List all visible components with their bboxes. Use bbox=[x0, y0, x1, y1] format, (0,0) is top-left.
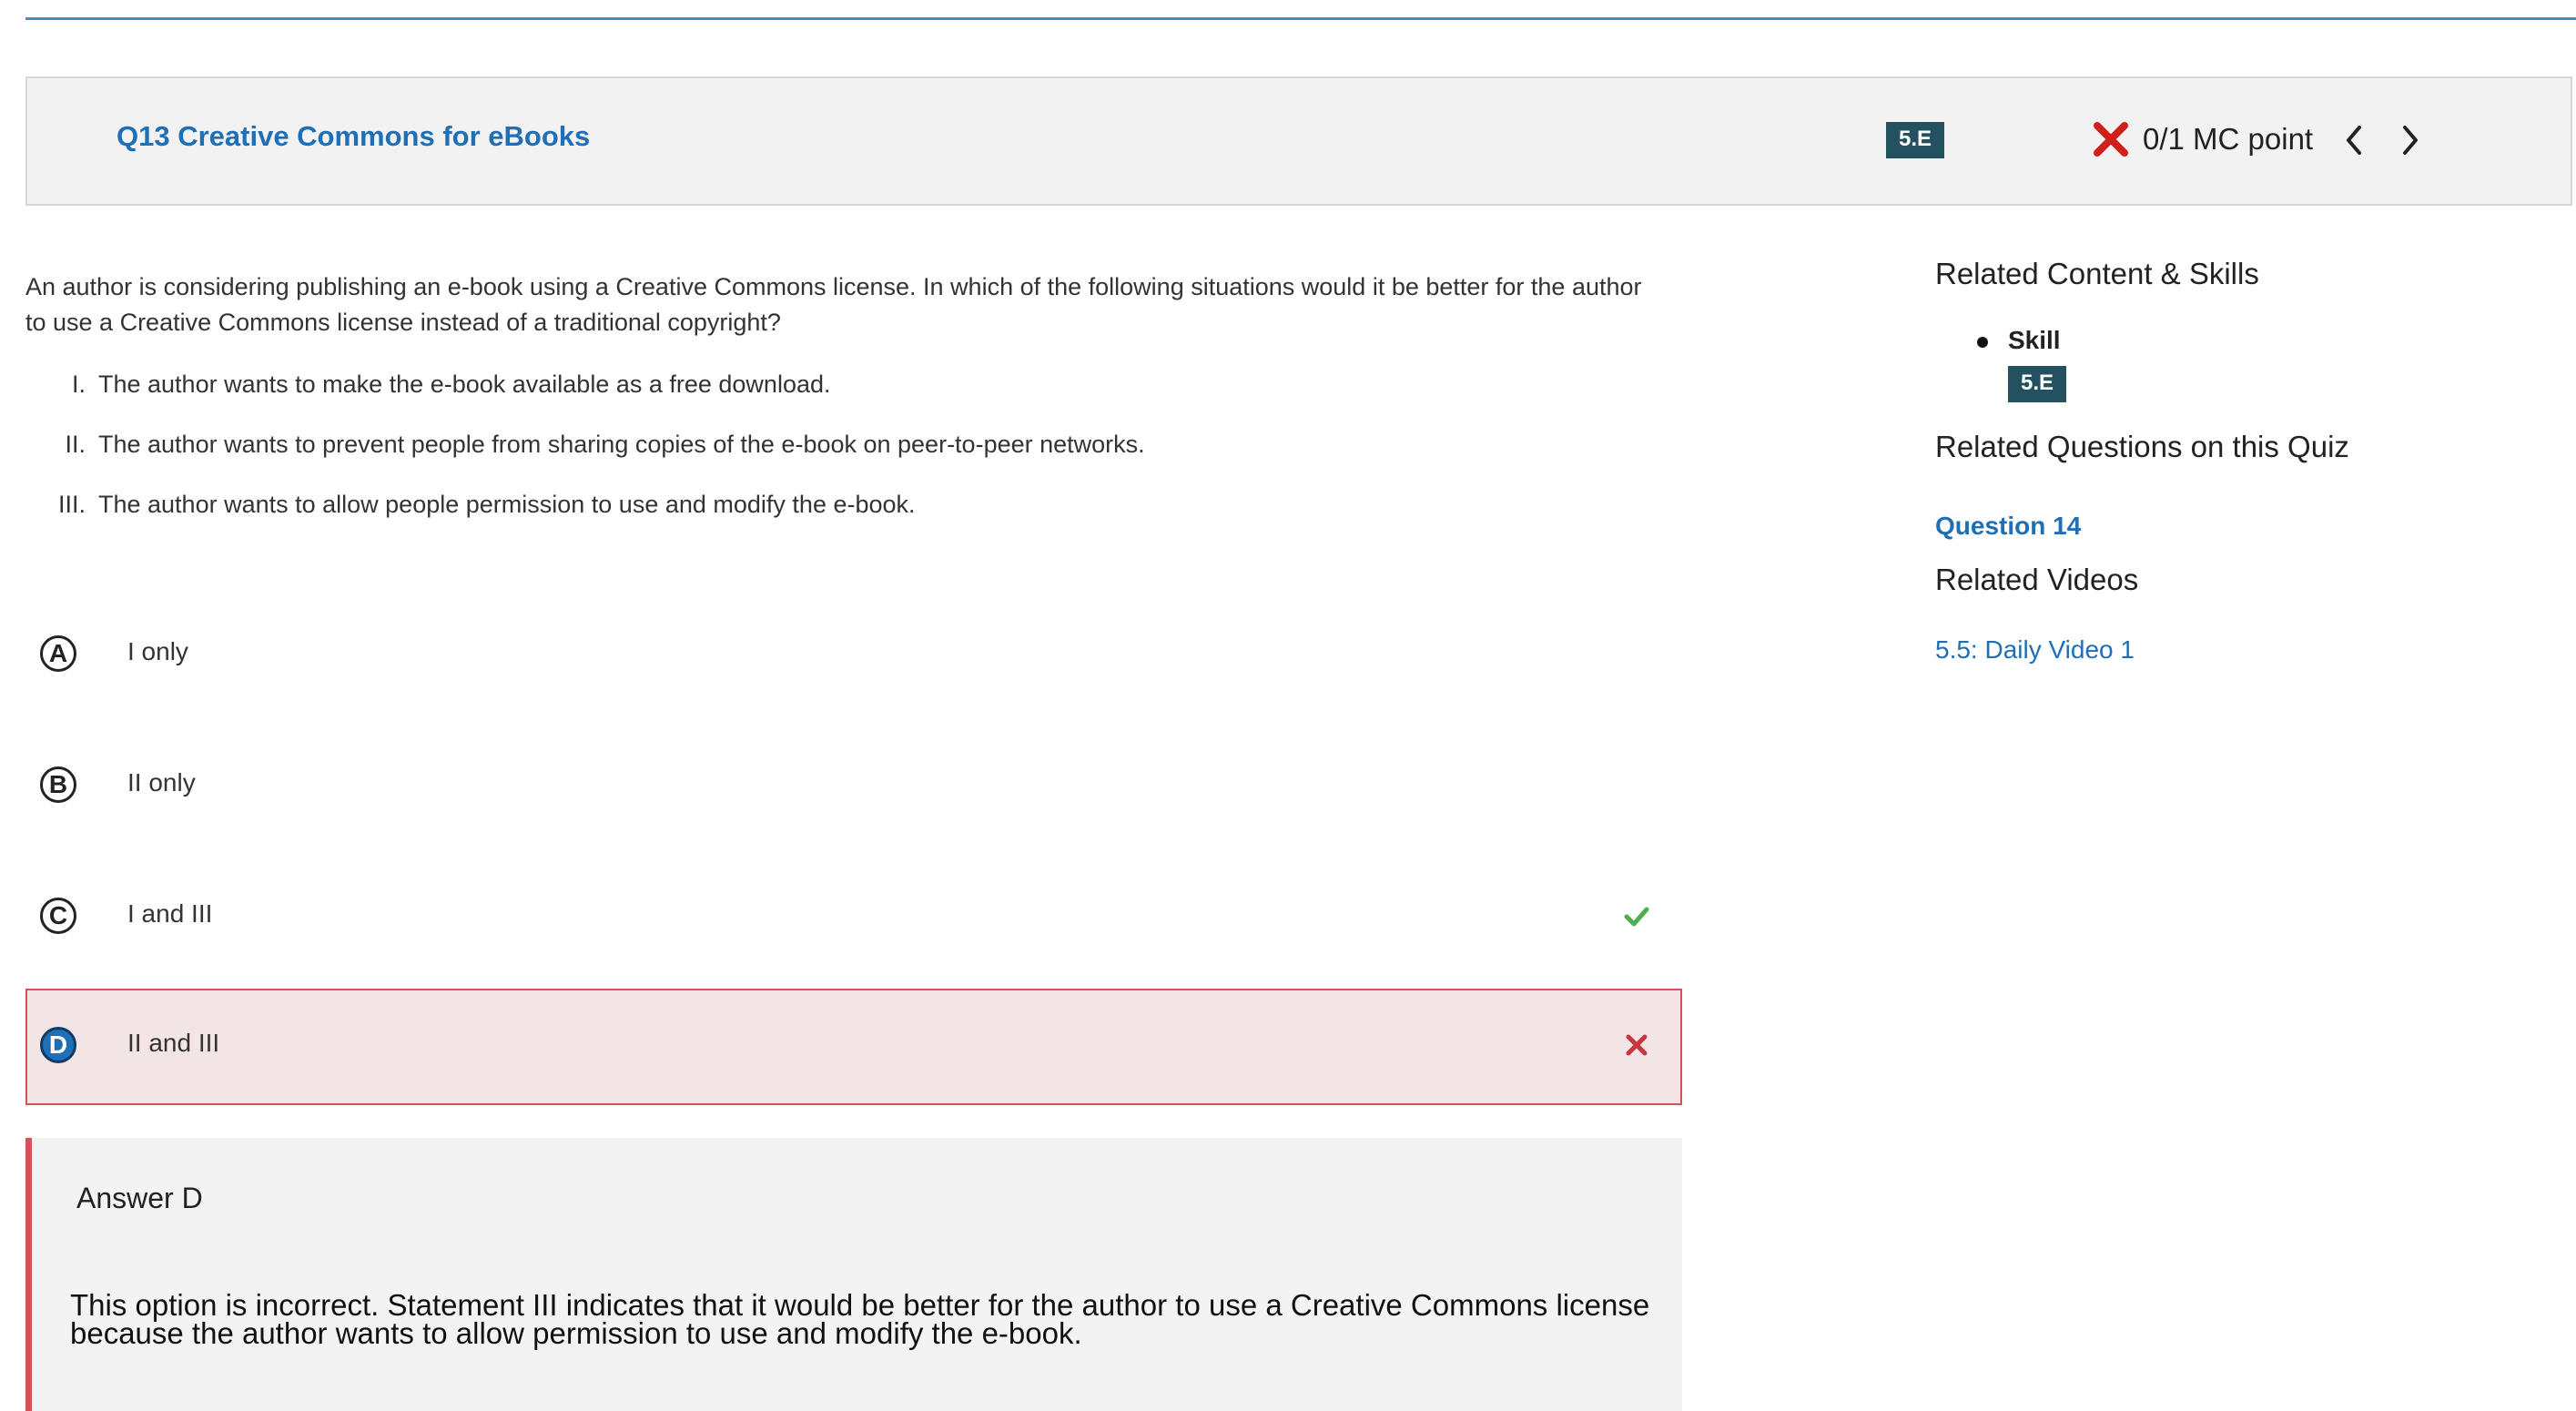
answer-choice-d[interactable]: D II and III bbox=[25, 989, 1682, 1105]
answer-choice-a[interactable]: A I only bbox=[25, 597, 1682, 714]
incorrect-x-icon bbox=[2094, 122, 2128, 157]
related-video-link[interactable]: 5.5: Daily Video 1 bbox=[1935, 635, 2135, 665]
related-question-link[interactable]: Question 14 bbox=[1935, 512, 2081, 541]
top-divider bbox=[25, 17, 2576, 20]
statement-number: II. bbox=[65, 431, 86, 458]
choice-text: I only bbox=[127, 637, 188, 665]
choice-text: I and III bbox=[127, 899, 213, 928]
related-content-heading: Related Content & Skills bbox=[1935, 257, 2259, 290]
correct-checkmark-icon bbox=[1624, 907, 1649, 927]
answer-choice-b[interactable]: B II only bbox=[25, 728, 1682, 845]
choice-text: II only bbox=[127, 768, 196, 797]
skill-label: Skill bbox=[2008, 326, 2061, 354]
statement-number: I. bbox=[71, 371, 86, 398]
statement-text: The author wants to prevent people from … bbox=[98, 431, 1145, 458]
related-videos-heading: Related Videos bbox=[1935, 563, 2139, 596]
question-header: Q13 Creative Commons for eBooks 5.E 0/1 … bbox=[25, 76, 2572, 206]
feedback-title: Answer D bbox=[76, 1182, 203, 1214]
previous-question-button[interactable] bbox=[2336, 115, 2372, 166]
question-title-link[interactable]: Q13 Creative Commons for eBooks bbox=[117, 120, 590, 153]
next-question-button[interactable] bbox=[2392, 115, 2429, 166]
feedback-body: This option is incorrect. Statement III … bbox=[70, 1288, 1650, 1350]
chevron-right-icon bbox=[2403, 126, 2418, 155]
score-text: 0/1 MC point bbox=[2143, 122, 2314, 156]
statement-text: The author wants to make the e-book avai… bbox=[98, 371, 831, 398]
choice-letter: A bbox=[40, 635, 76, 672]
score: 0/1 MC point bbox=[2092, 120, 2313, 158]
choice-letter: B bbox=[40, 766, 76, 803]
incorrect-x-icon bbox=[1626, 1034, 1648, 1056]
statement-number: III. bbox=[57, 491, 86, 518]
statement-text: The author wants to allow people permiss… bbox=[98, 491, 916, 518]
choice-letter: D bbox=[40, 1027, 76, 1063]
skill-badge: 5.E bbox=[2008, 366, 2066, 402]
related-questions-heading: Related Questions on this Quiz bbox=[1935, 430, 2349, 463]
chevron-left-icon bbox=[2347, 126, 2361, 155]
choice-text: II and III bbox=[127, 1029, 220, 1057]
answer-choice-c[interactable]: C I and III bbox=[25, 859, 1682, 976]
bullet-icon bbox=[1977, 337, 1988, 348]
question-text: An author is considering publishing an e… bbox=[25, 273, 1642, 336]
skill-badge: 5.E bbox=[1886, 122, 1944, 158]
choice-letter: C bbox=[40, 898, 76, 934]
answer-feedback: Answer D This option is incorrect. State… bbox=[25, 1138, 1682, 1411]
